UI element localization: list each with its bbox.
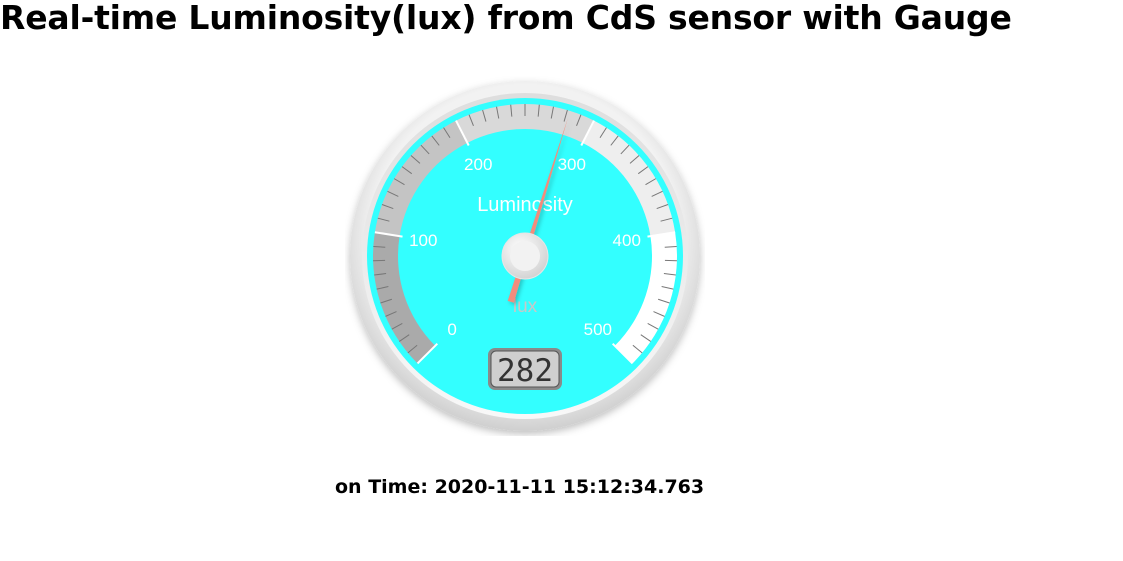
luminosity-gauge: 0 100 200 300 400 500 Luminosity lux 282 bbox=[345, 76, 705, 436]
gauge-needle-hub-center bbox=[510, 241, 540, 271]
timestamp-label: on Time: 2020-11-11 15:12:34.763 bbox=[335, 476, 705, 498]
gauge-tick-label: 0 bbox=[447, 320, 456, 339]
gauge-tick-label: 200 bbox=[464, 155, 492, 174]
gauge-canvas: 0 100 200 300 400 500 Luminosity lux 282 bbox=[350, 81, 700, 431]
gauge-units: lux bbox=[513, 296, 538, 317]
gauge-tick-label: 300 bbox=[558, 155, 586, 174]
gauge-title: Luminosity bbox=[477, 194, 573, 216]
gauge-tick-label: 100 bbox=[409, 231, 437, 250]
gauge-value-box: 282 bbox=[488, 348, 562, 390]
gauge-tick-label: 500 bbox=[584, 320, 612, 339]
gauge-tick-label: 400 bbox=[613, 231, 641, 250]
page-title: Real-time Luminosity(lux) from CdS senso… bbox=[0, 0, 1012, 37]
gauge-value-readout: 282 bbox=[497, 353, 553, 389]
